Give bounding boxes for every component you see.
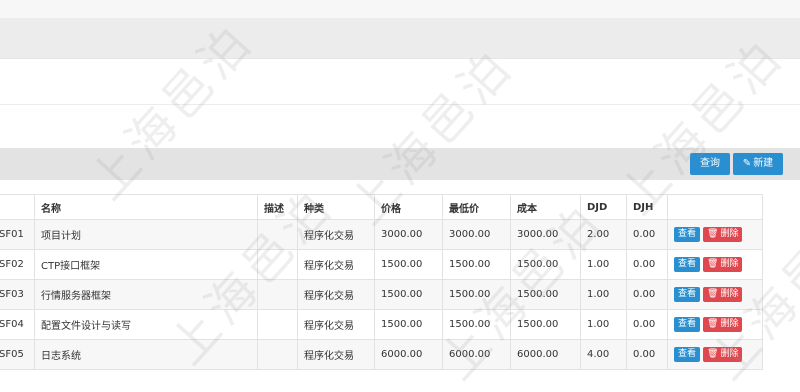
view-button[interactable]: 查看	[674, 347, 701, 362]
code-cell: SF03	[0, 279, 35, 310]
delete-button-label: 删除	[720, 289, 739, 299]
table-row: SF02 CTP接口框架 程序化交易 1500.00 1500.00 1500.00 1.0…	[0, 249, 763, 280]
query-button[interactable]: 查询	[690, 153, 730, 175]
cost-cell: 1500.00	[510, 279, 581, 310]
view-button[interactable]: 查看	[674, 287, 701, 302]
cost-cell: 1500.00	[510, 309, 581, 340]
delete-button[interactable]: 🗑 删除	[703, 317, 743, 332]
column-header-actions	[667, 194, 763, 220]
delete-button-label: 删除	[720, 319, 739, 329]
column-header-price: 价格	[374, 194, 443, 220]
code-cell: SF05	[0, 339, 35, 370]
price-cell: 1500.00	[374, 249, 443, 280]
table-header-row: 名称 描述 种类 价格 最低价 成本 DJD DJH	[0, 194, 763, 220]
desc-cell	[257, 279, 298, 310]
cost-cell: 6000.00	[510, 339, 581, 370]
djh-cell: 0.00	[626, 279, 668, 310]
name-cell: CTP接口框架	[34, 249, 258, 280]
column-header-desc: 描述	[257, 194, 298, 220]
delete-button[interactable]: 🗑 删除	[703, 257, 743, 272]
djd-cell: 1.00	[580, 249, 627, 280]
kind-cell: 程序化交易	[297, 249, 375, 280]
desc-cell	[257, 309, 298, 340]
min-price-cell: 1500.00	[442, 309, 511, 340]
trash-icon: 🗑	[707, 229, 719, 239]
desc-cell	[257, 219, 298, 250]
data-table: 名称 描述 种类 价格 最低价 成本 DJD DJH SF01 项目计划 程序化交易…	[0, 194, 763, 370]
table-row: SF03 行情服务器框架 程序化交易 1500.00 1500.00 1500.00 1.0…	[0, 279, 763, 310]
djd-cell: 4.00	[580, 339, 627, 370]
column-header-name: 名称	[34, 194, 258, 220]
trash-icon: 🗑	[707, 319, 719, 329]
cost-cell: 1500.00	[510, 249, 581, 280]
top-panel	[0, 0, 800, 58]
divider	[0, 58, 800, 59]
delete-button-label: 删除	[720, 349, 739, 359]
djd-cell: 1.00	[580, 279, 627, 310]
new-button-label: 新建	[753, 158, 774, 169]
actions-cell: 查看 🗑 删除	[667, 249, 763, 280]
code-cell: SF04	[0, 309, 35, 340]
name-cell: 行情服务器框架	[34, 279, 258, 310]
kind-cell: 程序化交易	[297, 309, 375, 340]
delete-button[interactable]: 🗑 删除	[703, 227, 743, 242]
djd-cell: 1.00	[580, 309, 627, 340]
table-row: SF04 配置文件设计与读写 程序化交易 1500.00 1500.00 1500.00 1…	[0, 309, 763, 340]
delete-button-label: 删除	[720, 229, 739, 239]
desc-cell	[257, 339, 298, 370]
code-cell: SF02	[0, 249, 35, 280]
kind-cell: 程序化交易	[297, 279, 375, 310]
column-header-kind: 种类	[297, 194, 375, 220]
divider	[0, 104, 800, 105]
djh-cell: 0.00	[626, 309, 668, 340]
column-header-djh: DJH	[626, 194, 668, 220]
desc-cell	[257, 249, 298, 280]
min-price-cell: 6000.00	[442, 339, 511, 370]
new-button[interactable]: ✎ 新建	[733, 153, 783, 175]
price-cell: 3000.00	[374, 219, 443, 250]
kind-cell: 程序化交易	[297, 219, 375, 250]
code-cell: SF01	[0, 219, 35, 250]
column-header-min-price: 最低价	[442, 194, 511, 220]
trash-icon: 🗑	[707, 349, 719, 359]
table-row: SF01 项目计划 程序化交易 3000.00 3000.00 3000.00 2.00 0.…	[0, 219, 763, 250]
name-cell: 配置文件设计与读写	[34, 309, 258, 340]
column-header-djd: DJD	[580, 194, 627, 220]
djh-cell: 0.00	[626, 339, 668, 370]
actions-cell: 查看 🗑 删除	[667, 309, 763, 340]
price-cell: 6000.00	[374, 339, 443, 370]
name-cell: 项目计划	[34, 219, 258, 250]
column-header-cost: 成本	[510, 194, 581, 220]
min-price-cell: 1500.00	[442, 279, 511, 310]
column-header-code	[0, 194, 35, 220]
price-cell: 1500.00	[374, 279, 443, 310]
view-button[interactable]: 查看	[674, 227, 701, 242]
cost-cell: 3000.00	[510, 219, 581, 250]
min-price-cell: 3000.00	[442, 219, 511, 250]
name-cell: 日志系统	[34, 339, 258, 370]
djh-cell: 0.00	[626, 249, 668, 280]
actions-cell: 查看 🗑 删除	[667, 279, 763, 310]
top-strip	[0, 0, 800, 18]
min-price-cell: 1500.00	[442, 249, 511, 280]
table-row: SF05 日志系统 程序化交易 6000.00 6000.00 6000.00 4.00 0.…	[0, 339, 763, 370]
trash-icon: 🗑	[707, 289, 719, 299]
djd-cell: 2.00	[580, 219, 627, 250]
delete-button-label: 删除	[720, 259, 739, 269]
actions-cell: 查看 🗑 删除	[667, 219, 763, 250]
price-cell: 1500.00	[374, 309, 443, 340]
kind-cell: 程序化交易	[297, 339, 375, 370]
trash-icon: 🗑	[707, 259, 719, 269]
view-button[interactable]: 查看	[674, 317, 701, 332]
view-button[interactable]: 查看	[674, 257, 701, 272]
delete-button[interactable]: 🗑 删除	[703, 287, 743, 302]
actions-cell: 查看 🗑 删除	[667, 339, 763, 370]
djh-cell: 0.00	[626, 219, 668, 250]
toolbar	[0, 148, 800, 180]
delete-button[interactable]: 🗑 删除	[703, 347, 743, 362]
pencil-icon: ✎	[742, 158, 752, 169]
